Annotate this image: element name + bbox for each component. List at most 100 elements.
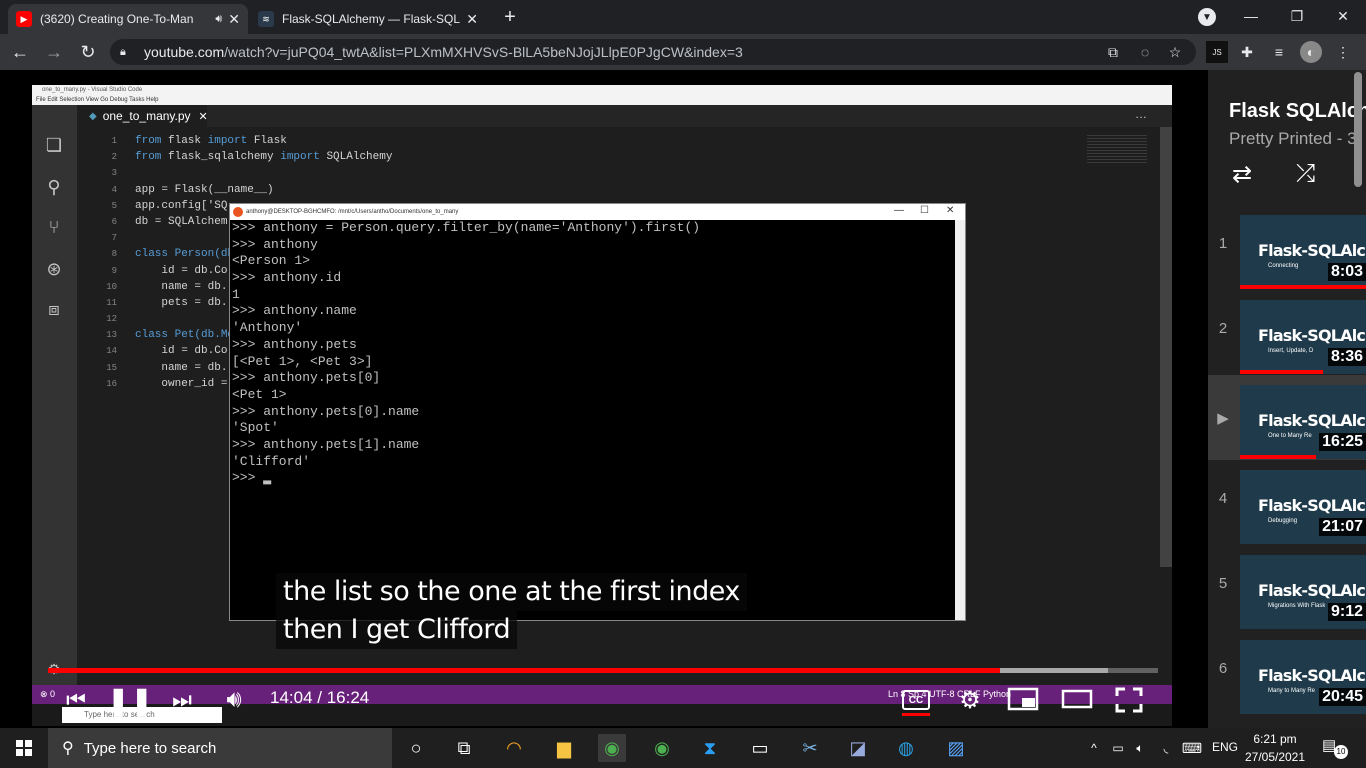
playlist-title[interactable]: Flask SQLAlche: [1229, 100, 1366, 123]
playlist-item[interactable]: 6 Flask-SQLAlchemy Many to Many Re20:45: [1208, 630, 1366, 715]
settings-gear-icon[interactable]: ⚙: [956, 686, 984, 714]
watched-progress: [1240, 370, 1324, 374]
playlist-item-index: 5: [1218, 575, 1228, 592]
chrome-profile-icon[interactable]: ◉: [648, 734, 676, 762]
minimize-window-button[interactable]: —: [1228, 0, 1274, 32]
playlist-item-index: 4: [1218, 490, 1228, 507]
task-view-icon[interactable]: ⧉: [450, 734, 478, 762]
code-line: 1 from flask import Flask: [111, 135, 287, 147]
theater-mode-icon[interactable]: [1060, 686, 1094, 712]
terminal-line: 'Spot': [232, 420, 279, 436]
restore-window-button[interactable]: ❐: [1274, 0, 1320, 32]
notification-center-icon[interactable]: ▤ 10: [1322, 736, 1348, 760]
tab-flask-docs[interactable]: ≋ Flask-SQLAlchemy — Flask-SQLA ✕: [250, 4, 486, 34]
edge-icon[interactable]: ◍: [892, 734, 920, 762]
taskbar-search[interactable]: ⚲ Type here to search: [48, 728, 392, 768]
tracking-hidden-icon[interactable]: ◌: [1134, 41, 1156, 63]
chrome-icon[interactable]: ◉: [598, 734, 626, 762]
profile-avatar[interactable]: ◐: [1300, 41, 1322, 63]
pause-icon[interactable]: ❚❚: [107, 684, 154, 716]
thumbnail-subtitle: Migrations With Flask: [1268, 603, 1326, 609]
clock-date: 27/05/2021: [1244, 750, 1306, 764]
thumbnail-title: Flask-SQLAlchemy: [1258, 241, 1366, 260]
terminal-minimize-icon: —: [894, 205, 904, 216]
media-queue-icon[interactable]: ≡: [1268, 41, 1290, 63]
next-icon[interactable]: ⏭: [168, 686, 196, 714]
more-actions-icon: …: [1135, 107, 1147, 121]
bookmark-star-icon[interactable]: ☆: [1164, 41, 1186, 63]
clock-time: 6:21 pm: [1253, 732, 1297, 746]
thumbnail-subtitle: Insert, Update, D: [1268, 348, 1314, 354]
minimap: [1087, 135, 1147, 165]
notification-count: 10: [1334, 745, 1348, 759]
extensions-puzzle-icon[interactable]: ✚: [1236, 41, 1258, 63]
playlist-scrollbar[interactable]: [1354, 72, 1362, 187]
playlist-thumbnail: Flask-SQLAlchemy Migrations With Flask9:1…: [1240, 555, 1366, 629]
new-tab-button[interactable]: +: [498, 4, 522, 30]
previous-icon[interactable]: ⏮: [62, 686, 90, 714]
duration-badge: 16:25: [1319, 433, 1366, 451]
loop-icon[interactable]: ⇄: [1232, 160, 1252, 189]
back-arrow-icon[interactable]: ←: [8, 40, 32, 64]
playlist-item[interactable]: 5 Flask-SQLAlchemy Migrations With Flask9:…: [1208, 545, 1366, 630]
video-player[interactable]: one_to_many.py - Visual Studio Code File…: [0, 70, 1208, 728]
address-bar[interactable]: 🔒︎ youtube.com /watch?v=juPQ04_twtA&list…: [110, 39, 1196, 65]
terminal-line: 1: [232, 286, 240, 302]
cortana-icon[interactable]: ○: [402, 734, 430, 762]
terminal-line: <Person 1>: [232, 253, 311, 269]
audio-playing-icon[interactable]: 🔊︎: [215, 13, 222, 26]
vscode-title: one_to_many.py - Visual Studio Code: [32, 85, 1172, 95]
js-extension-icon[interactable]: JS: [1206, 41, 1228, 63]
clock[interactable]: 6:21 pm 27/05/2021: [1240, 730, 1310, 766]
duration-badge: 20:45: [1319, 688, 1366, 706]
playlist-thumbnail: Flask-SQLAlchemy Insert, Update, D 8:36: [1240, 300, 1366, 374]
shuffle-icon[interactable]: ⤮: [1296, 160, 1315, 188]
close-tab-icon[interactable]: ✕: [466, 11, 478, 28]
ubuntu-icon: [233, 207, 243, 217]
url-host: youtube.com: [144, 44, 225, 60]
miniplayer-icon[interactable]: [1006, 686, 1040, 712]
close-editor-icon: ✕: [198, 110, 208, 123]
code-line: 3: [111, 168, 117, 179]
playlist-item[interactable]: 4 Flask-SQLAlchemy Debugging 21:07: [1208, 460, 1366, 545]
vscode-icon[interactable]: ⧗: [696, 734, 724, 762]
thumbnail-subtitle: Debugging: [1268, 518, 1298, 524]
fullscreen-icon[interactable]: [1114, 686, 1144, 714]
captions-button[interactable]: CC: [902, 690, 930, 710]
volume-tray-icon[interactable]: 🔈︎: [1126, 734, 1154, 762]
time-display: 14:04 / 16:24: [270, 688, 370, 707]
playlist-item[interactable]: 1 Flask-SQLAlchemy Connecting 8:03: [1208, 205, 1366, 290]
language-indicator[interactable]: ENG: [1212, 740, 1238, 754]
playlist-thumbnail: Flask-SQLAlchemy Connecting 8:03: [1240, 215, 1366, 289]
windows-start-icon[interactable]: [10, 734, 38, 762]
keyboard-icon[interactable]: ⌨: [1178, 734, 1206, 762]
explorer-icon: ❏: [45, 134, 63, 155]
terminal-output: >>> anthony = Person.query.filter_by(nam…: [230, 220, 955, 620]
reload-icon[interactable]: ↻: [76, 40, 100, 64]
app-arc-icon[interactable]: ◠: [500, 734, 528, 762]
volume-icon[interactable]: 🔊︎: [218, 684, 250, 716]
terminal-line: >>> anthony.id: [232, 270, 342, 286]
playlist-item-index: 2: [1218, 320, 1228, 337]
source-control-icon: ⑂: [48, 216, 60, 237]
photos-icon[interactable]: ▨: [942, 734, 970, 762]
snipping-tool-icon[interactable]: ✂: [796, 734, 824, 762]
editor-tab-label: one_to_many.py: [102, 109, 191, 123]
tab-youtube[interactable]: ▶ (3620) Creating One-To-Man 🔊︎ ✕: [8, 4, 248, 34]
playlist-item[interactable]: 2 Flask-SQLAlchemy Insert, Update, D 8:36: [1208, 290, 1366, 375]
wifi-icon[interactable]: ◟: [1152, 734, 1180, 762]
close-tab-icon[interactable]: ✕: [228, 11, 240, 28]
vscode-menu: File Edit Selection View Go Debug Tasks …: [32, 95, 1172, 105]
close-window-button[interactable]: ✕: [1320, 0, 1366, 32]
terminal-icon[interactable]: ▭: [746, 734, 774, 762]
playlist-item[interactable]: ▶ Flask-SQLAlchemy One to Many Re 16:25: [1208, 375, 1366, 460]
thumbnail-title: Flask-SQLAlchemy: [1258, 666, 1366, 685]
terminal-scrollbar: [955, 220, 965, 620]
terminal-line: >>> anthony.pets: [232, 336, 357, 352]
open-in-app-icon[interactable]: ⧉: [1102, 41, 1124, 63]
file-explorer-icon[interactable]: ▆: [550, 734, 578, 762]
app-notes-icon[interactable]: ◪: [844, 734, 872, 762]
menu-kebab-icon[interactable]: ⋮: [1332, 41, 1354, 63]
tab-search-icon[interactable]: ▼: [1198, 8, 1216, 26]
forward-arrow-icon[interactable]: →: [42, 40, 66, 64]
